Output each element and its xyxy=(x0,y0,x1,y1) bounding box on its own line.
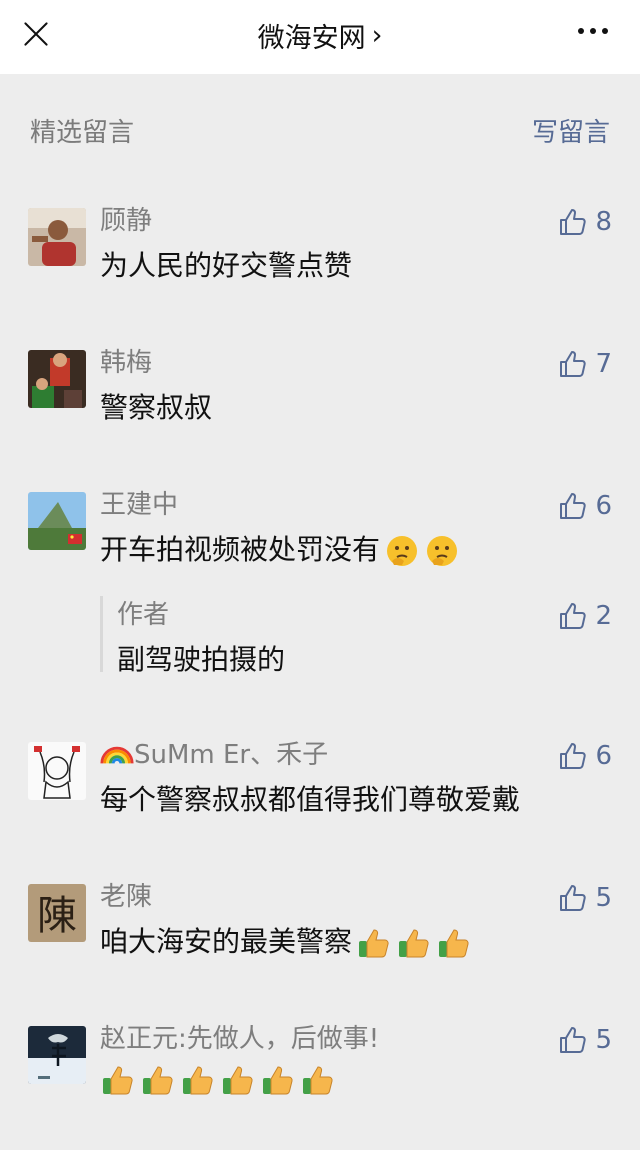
comment-text-body: 开车拍视频被处罚没有 xyxy=(100,533,381,566)
thumbs-up-outline-icon xyxy=(560,603,587,629)
like-count: 5 xyxy=(595,883,612,913)
thumbs-up-outline-icon xyxy=(560,743,587,769)
comment-text: 警察叔叔 xyxy=(100,391,213,424)
comment-text: 咱大海安的最美警察 xyxy=(100,920,472,961)
avatar[interactable] xyxy=(28,350,86,408)
thinking-face-icon xyxy=(384,533,420,569)
thumbs-up-icon xyxy=(260,1062,296,1098)
thumbs-up-icon xyxy=(140,1062,176,1098)
like-button[interactable]: 6 xyxy=(557,490,612,522)
like-button[interactable]: 2 xyxy=(557,600,612,632)
thumbs-up-icon xyxy=(436,925,472,961)
comment-text-body: 咱大海安的最美警察 xyxy=(100,925,353,958)
like-count: 5 xyxy=(595,1025,612,1055)
comment-text: 开车拍视频被处罚没有 xyxy=(100,528,460,569)
nickname-text: SuMm Er、禾子 xyxy=(134,740,329,770)
avatar[interactable]: 陳 xyxy=(28,884,86,942)
like-count: 2 xyxy=(595,601,612,631)
comments-header: 精选留言 写留言 xyxy=(30,112,610,152)
top-bar: 微海安网 › xyxy=(0,0,640,74)
reply-nickname: 作者 xyxy=(117,600,170,630)
like-button[interactable]: 5 xyxy=(557,882,612,914)
like-button[interactable]: 5 xyxy=(557,1024,612,1056)
dot xyxy=(602,28,608,34)
like-count: 8 xyxy=(595,207,612,237)
comment-nickname: 顾静 xyxy=(100,206,153,236)
thinking-face-icon xyxy=(424,533,460,569)
comment-nickname: SuMm Er、禾子 xyxy=(100,734,328,771)
rainbow-icon xyxy=(100,746,134,764)
thumbs-up-icon xyxy=(356,925,392,961)
thumbs-up-outline-icon xyxy=(560,209,587,235)
thumbs-up-outline-icon xyxy=(560,885,587,911)
avatar[interactable] xyxy=(28,208,86,266)
like-count: 7 xyxy=(595,349,612,379)
thumbs-up-icon xyxy=(180,1062,216,1098)
page-title[interactable]: 微海安网 xyxy=(258,16,366,55)
section-title: 精选留言 xyxy=(30,118,135,148)
comment-nickname: 王建中 xyxy=(100,490,179,520)
like-button[interactable]: 8 xyxy=(557,206,612,238)
comment-text: 为人民的好交警点赞 xyxy=(100,249,353,282)
reply-text: 副驾驶拍摄的 xyxy=(117,643,286,676)
thumbs-up-outline-icon xyxy=(560,493,587,519)
comment-text xyxy=(96,1062,336,1098)
comment-nickname: 韩梅 xyxy=(100,348,153,378)
thumbs-up-icon xyxy=(220,1062,256,1098)
avatar[interactable] xyxy=(28,742,86,800)
thumbs-up-icon xyxy=(396,925,432,961)
thumbs-up-outline-icon xyxy=(560,1027,587,1053)
thumbs-up-icon xyxy=(300,1062,336,1098)
more-icon[interactable] xyxy=(578,28,608,34)
comment-nickname: 赵正元:先做人，后做事! xyxy=(100,1024,380,1054)
write-comment-button[interactable]: 写留言 xyxy=(532,112,610,149)
avatar[interactable] xyxy=(28,492,86,550)
author-reply: 作者 2 副驾驶拍摄的 xyxy=(100,596,612,676)
avatar-character: 陳 xyxy=(37,893,77,939)
avatar[interactable] xyxy=(28,1026,86,1084)
title-wrap: 微海安网 › xyxy=(0,0,640,70)
like-count: 6 xyxy=(595,741,612,771)
dot xyxy=(578,28,584,34)
comment-nickname: 老陳 xyxy=(100,882,153,912)
comment-text: 每个警察叔叔都值得我们尊敬爱戴 xyxy=(100,783,521,816)
like-button[interactable]: 7 xyxy=(557,348,612,380)
like-button[interactable]: 6 xyxy=(557,740,612,772)
like-count: 6 xyxy=(595,491,612,521)
chevron-right-icon[interactable]: › xyxy=(372,20,383,51)
thumbs-up-outline-icon xyxy=(560,351,587,377)
thumbs-up-icon xyxy=(100,1062,136,1098)
dot xyxy=(590,28,596,34)
